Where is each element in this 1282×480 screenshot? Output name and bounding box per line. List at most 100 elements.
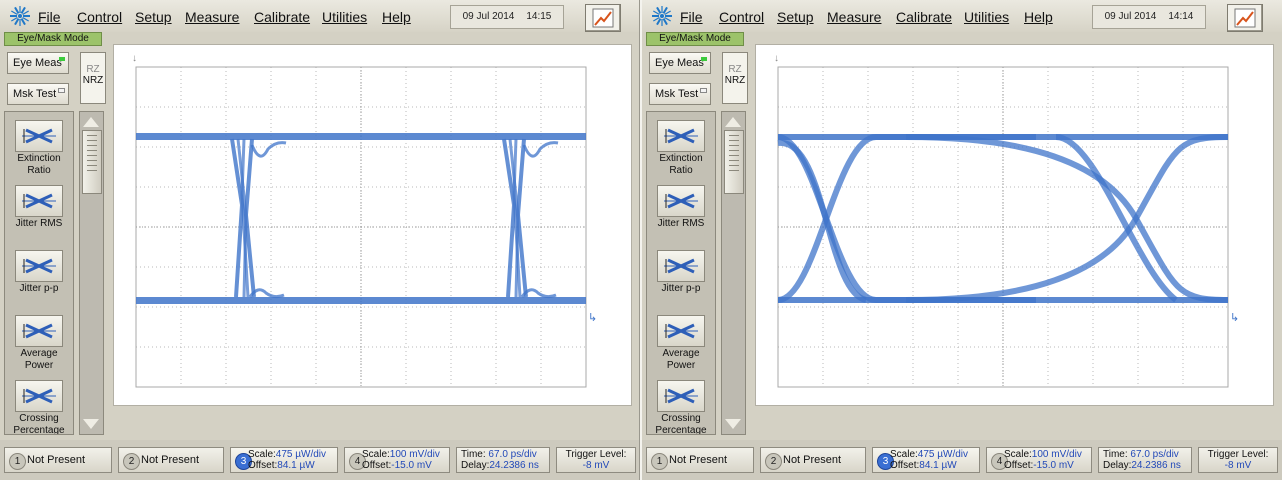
measurement-label: Jitter p-p: [19, 283, 59, 294]
measurement-palette: Extinction Ratio Jitter RMS Jitter p-p A…: [4, 111, 74, 435]
timebase-status[interactable]: Time: 67.0 ps/div Delay:24.2386 ns: [1098, 447, 1192, 473]
measurement-item[interactable]: Average Power: [5, 315, 73, 371]
menu-bar: File Control Setup Measure Calibrate Utilitie…: [0, 0, 640, 32]
measurement-item[interactable]: Crossing Percentage: [5, 380, 73, 435]
level-marker-icon: ↳: [1230, 312, 1239, 324]
extinction-ratio-icon: [657, 120, 705, 152]
scroll-down-icon[interactable]: [725, 419, 741, 429]
measurement-label: Jitter p-p: [661, 283, 701, 294]
menu-setup[interactable]: Setup: [135, 9, 172, 25]
measurement-item[interactable]: Jitter p-p: [647, 250, 715, 296]
channel-2-status[interactable]: 2 Not Present: [118, 447, 224, 473]
channel-1-status[interactable]: 1 Not Present: [4, 447, 112, 473]
eye-diagram-plot: ↓↳: [774, 53, 1239, 388]
waveform-icon: [1234, 8, 1256, 28]
measurement-item[interactable]: Crossing Percentage: [647, 380, 715, 435]
trigger-marker-icon: ↓: [132, 53, 137, 64]
toolbar-button[interactable]: [585, 4, 621, 32]
msk-test-button[interactable]: Msk Test: [7, 83, 69, 105]
trigger-status[interactable]: Trigger Level: -8 mV: [556, 447, 636, 473]
menu-control[interactable]: Control: [77, 9, 122, 25]
timebase-status[interactable]: Time: 67.0 ps/div Delay:24.2386 ns: [456, 447, 550, 473]
eye-diagram-display[interactable]: ↓ ↳: [113, 44, 632, 406]
measurement-item[interactable]: Extinction Ratio: [647, 120, 715, 176]
eye-meas-button[interactable]: Eye Meas: [649, 52, 711, 74]
channel-4-status[interactable]: 4 Scale:100 mV/div Offset:-15.0 mV: [344, 447, 450, 473]
measurement-label: Average: [20, 348, 58, 359]
inactive-led-icon: [58, 88, 65, 93]
channel-2-status[interactable]: 2 Not Present: [760, 447, 866, 473]
menu-file[interactable]: File: [38, 9, 61, 25]
toolbar-button[interactable]: [1227, 4, 1263, 32]
measurement-label-2: Ratio: [669, 165, 693, 176]
menu-help[interactable]: Help: [382, 9, 411, 25]
measurement-label-2: Power: [24, 360, 54, 371]
menu-calibrate[interactable]: Calibrate: [254, 9, 310, 25]
waveform-icon: [592, 8, 614, 28]
trigger-status[interactable]: Trigger Level: -8 mV: [1198, 447, 1278, 473]
palette-scrollbar[interactable]: [79, 111, 104, 435]
extinction-ratio-icon: [15, 120, 63, 152]
rz-nrz-toggle[interactable]: RZ NRZ: [80, 52, 106, 104]
mode-label: Eye/Mask Mode: [646, 32, 744, 46]
active-led-icon: [701, 57, 707, 61]
agilent-logo-icon: [10, 6, 30, 26]
menu-utilities[interactable]: Utilities: [964, 9, 1009, 25]
palette-scrollbar[interactable]: [721, 111, 746, 435]
scroll-down-icon[interactable]: [83, 419, 99, 429]
measurement-item[interactable]: Jitter p-p: [5, 250, 73, 296]
menu-measure[interactable]: Measure: [827, 9, 881, 25]
menu-control[interactable]: Control: [719, 9, 764, 25]
scroll-up-icon[interactable]: [725, 117, 741, 127]
menu-file[interactable]: File: [680, 9, 703, 25]
eye-traces: [136, 133, 586, 304]
channel-4-status[interactable]: 4 Scale:100 mV/div Offset:-15.0 mV: [986, 447, 1092, 473]
status-bar: 1 Not Present 2 Not Present 3 Scale:475 µW/…: [642, 440, 1282, 480]
measurement-label-2: Percentage: [13, 425, 65, 435]
eye-diagram-plot: ↓↳: [132, 53, 597, 388]
menu-bar: File Control Setup Measure Calibrate Utilitie…: [642, 0, 1282, 32]
measurement-label: Average: [662, 348, 700, 359]
measurement-item[interactable]: Average Power: [647, 315, 715, 371]
menu-calibrate[interactable]: Calibrate: [896, 9, 952, 25]
channel-3-status[interactable]: 3 Scale:475 µW/div Offset:84.1 µW: [230, 447, 338, 473]
jitter-pp-icon: [657, 250, 705, 282]
channel-3-status[interactable]: 3 Scale:475 µW/div Offset:84.1 µW: [872, 447, 980, 473]
measurement-label: Jitter RMS: [15, 218, 63, 229]
agilent-logo-icon: [652, 6, 672, 26]
measurement-label: Extinction: [17, 153, 61, 164]
channel-1-status[interactable]: 1 Not Present: [646, 447, 754, 473]
mode-label: Eye/Mask Mode: [4, 32, 102, 46]
date-time-display: 09 Jul 2014 14:15: [450, 5, 564, 29]
scope-panel-right: File Control Setup Measure Calibrate Utilitie…: [642, 0, 1282, 480]
menu-setup[interactable]: Setup: [777, 9, 814, 25]
measurement-label-2: Percentage: [655, 425, 707, 435]
measurement-item[interactable]: Extinction Ratio: [5, 120, 73, 176]
measurement-item[interactable]: Jitter RMS: [5, 185, 73, 231]
date-time-display: 09 Jul 2014 14:14: [1092, 5, 1206, 29]
msk-test-button[interactable]: Msk Test: [649, 83, 711, 105]
menu-utilities[interactable]: Utilities: [322, 9, 367, 25]
scroll-up-icon[interactable]: [83, 117, 99, 127]
eye-meas-button[interactable]: Eye Meas: [7, 52, 69, 74]
scroll-thumb[interactable]: [82, 130, 102, 194]
jitter-pp-icon: [15, 250, 63, 282]
average-power-icon: [15, 315, 63, 347]
menu-measure[interactable]: Measure: [185, 9, 239, 25]
graticule: [777, 66, 1229, 388]
average-power-icon: [657, 315, 705, 347]
inactive-led-icon: [700, 88, 707, 93]
measurement-label: Crossing: [19, 413, 59, 424]
scope-panel-left: File Control Setup Measure Calibrate Utilitie…: [0, 0, 640, 480]
crossing-percentage-icon: [15, 380, 63, 412]
trigger-marker-icon: ↓: [774, 53, 779, 64]
rz-nrz-toggle[interactable]: RZ NRZ: [722, 52, 748, 104]
measurement-label-2: Power: [666, 360, 696, 371]
measurement-label-2: Ratio: [27, 165, 51, 176]
jitter-rms-icon: [15, 185, 63, 217]
eye-diagram-display[interactable]: ↓ ↳: [755, 44, 1274, 406]
measurement-palette: Extinction Ratio Jitter RMS Jitter p-p A…: [646, 111, 716, 435]
menu-help[interactable]: Help: [1024, 9, 1053, 25]
scroll-thumb[interactable]: [724, 130, 744, 194]
measurement-item[interactable]: Jitter RMS: [647, 185, 715, 231]
